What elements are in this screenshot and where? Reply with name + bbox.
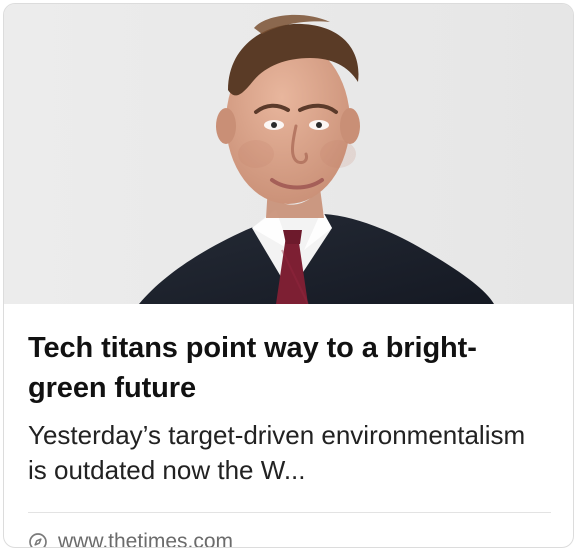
source-row[interactable]: www.thetimes.com	[28, 513, 551, 547]
portrait-image	[4, 4, 573, 304]
hero-image	[4, 4, 573, 304]
card-content: Tech titans point way to a bright-green …	[4, 304, 573, 547]
link-preview-card[interactable]: Tech titans point way to a bright-green …	[3, 3, 574, 548]
source-url[interactable]: www.thetimes.com	[58, 530, 233, 547]
compass-icon	[28, 532, 48, 547]
snippet: Yesterday’s target-driven environmentali…	[28, 420, 526, 485]
headline[interactable]: Tech titans point way to a bright-green …	[28, 328, 551, 408]
